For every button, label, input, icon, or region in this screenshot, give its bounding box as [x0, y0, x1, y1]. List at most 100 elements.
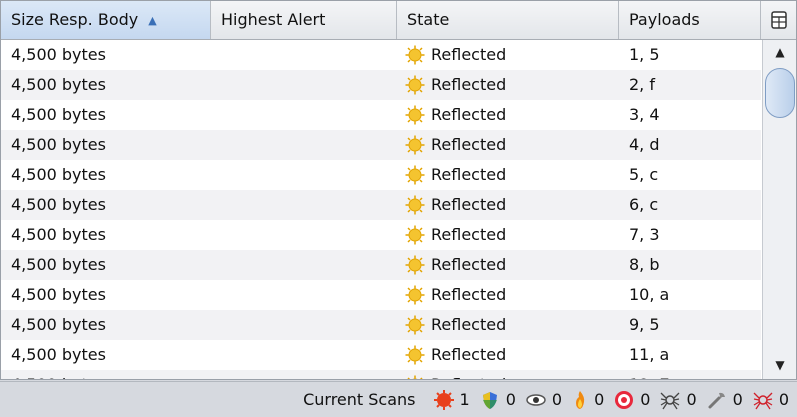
sort-ascending-icon: ▲ [148, 14, 157, 27]
column-header-highest-alert[interactable]: Highest Alert [211, 1, 397, 39]
wrench-icon [708, 392, 725, 408]
highest-alert-cell [211, 250, 397, 280]
results-panel: Size Resp. Body ▲ Highest Alert State Pay… [0, 0, 797, 417]
brute-force-count[interactable]: 0 [707, 390, 743, 410]
sun-icon [405, 135, 425, 154]
payloads-cell: 4, d [629, 135, 660, 154]
sun-icon [405, 195, 425, 214]
passive-scan-count[interactable]: 0 [526, 390, 562, 410]
active-scan-icon [433, 389, 454, 410]
state-cell: Reflected [397, 370, 619, 379]
sun-icon [405, 165, 425, 184]
forced-browse-count[interactable]: 0 [614, 390, 650, 410]
payloads-cell: 3, 4 [629, 105, 660, 124]
state-label: Reflected [431, 135, 507, 154]
scroll-up-button[interactable]: ▲ [763, 42, 796, 62]
sun-icon [405, 75, 425, 94]
column-label: Highest Alert [221, 10, 326, 29]
table-row[interactable]: 4,500 bytes Reflected 11, a [1, 340, 761, 370]
payloads-cell: 6, c [629, 195, 659, 214]
red-spider-icon [753, 392, 773, 409]
payloads-cell: 9, 5 [629, 315, 660, 334]
column-label: Size Resp. Body [11, 10, 139, 29]
payloads-cell: 1, 5 [629, 45, 660, 64]
count-value: 0 [505, 390, 516, 409]
shield-icon [482, 391, 497, 409]
table-row[interactable]: 4,500 bytes Reflected 3, 4 [1, 100, 761, 130]
arrow-up-icon: ▲ [775, 45, 785, 59]
column-header-payloads[interactable]: Payloads [619, 1, 761, 39]
highest-alert-cell [211, 220, 397, 250]
column-chooser-button[interactable] [761, 1, 796, 39]
arrow-down-icon: ▼ [775, 358, 785, 372]
highest-alert-cell [211, 370, 397, 379]
scroll-down-button[interactable]: ▼ [763, 355, 796, 375]
count-value: 0 [551, 390, 563, 409]
state-cell: Reflected [397, 130, 619, 160]
state-label: Reflected [431, 375, 506, 379]
results-table: Size Resp. Body ▲ Highest Alert State Pay… [0, 0, 797, 380]
active-scan-count[interactable]: 1 [433, 389, 470, 410]
column-label: Payloads [629, 10, 700, 29]
state-label: Reflected [431, 255, 507, 274]
attack-count[interactable]: 0 [753, 390, 789, 410]
size-cell: 4,500 bytes [11, 225, 106, 244]
state-label: Reflected [431, 195, 507, 214]
size-cell: 4,500 bytes [1, 370, 211, 379]
size-cell: 4,500 bytes [11, 165, 106, 184]
count-value: 0 [594, 390, 605, 409]
scrollbar-thumb[interactable] [765, 68, 795, 118]
table-row[interactable]: 4,500 bytes Reflected 7, 3 [1, 220, 761, 250]
count-value: 0 [778, 390, 789, 409]
vertical-scrollbar[interactable]: ▲ ▼ [762, 40, 796, 379]
table-row[interactable]: 4,500 bytes Reflected 10, a [1, 280, 761, 310]
state-cell: Reflected [397, 40, 619, 70]
size-cell: 4,500 bytes [11, 75, 106, 94]
count-value: 0 [640, 390, 651, 409]
payloads-cell: 10, a [629, 285, 670, 304]
table-row[interactable]: 4,500 bytes Reflected 12, 7 [1, 370, 761, 379]
table-row[interactable]: 4,500 bytes Reflected 1, 5 [1, 40, 761, 70]
column-chooser-icon [770, 11, 787, 29]
state-label: Reflected [431, 75, 507, 94]
table-header: Size Resp. Body ▲ Highest Alert State Pay… [1, 1, 796, 40]
state-cell: Reflected [397, 280, 619, 310]
column-header-size-resp-body[interactable]: Size Resp. Body ▲ [1, 1, 211, 39]
eye-icon [526, 393, 546, 406]
size-cell: 4,500 bytes [11, 135, 106, 154]
state-cell: Reflected [397, 160, 619, 190]
spider-icon [660, 392, 680, 409]
payloads-cell: 12, 7 [619, 370, 761, 379]
size-cell: 4,500 bytes [11, 315, 106, 334]
state-cell: Reflected [397, 70, 619, 100]
highest-alert-cell [211, 310, 397, 340]
column-header-state[interactable]: State [397, 1, 619, 39]
table-row[interactable]: 4,500 bytes Reflected 9, 5 [1, 310, 761, 340]
size-cell: 4,500 bytes [11, 345, 106, 364]
state-cell: Reflected [397, 100, 619, 130]
size-cell: 4,500 bytes [11, 45, 106, 64]
state-label: Reflected [431, 165, 507, 184]
table-body: 4,500 bytes Reflected 1, 5 4,500 bytes Refle… [1, 40, 761, 379]
status-bar: Current Scans 1 0 0 0 0 0 0 0 [0, 381, 797, 417]
state-label: Reflected [431, 285, 507, 304]
sun-icon [405, 345, 425, 364]
table-row[interactable]: 4,500 bytes Reflected 2, f [1, 70, 761, 100]
state-label: Reflected [431, 345, 507, 364]
payloads-cell: 7, 3 [629, 225, 660, 244]
count-value: 1 [459, 390, 470, 409]
current-scans-label: Current Scans [303, 390, 416, 409]
table-row[interactable]: 4,500 bytes Reflected 8, b [1, 250, 761, 280]
ajax-spider-count[interactable]: 0 [480, 390, 516, 410]
table-row[interactable]: 4,500 bytes Reflected 6, c [1, 190, 761, 220]
table-row[interactable]: 4,500 bytes Reflected 4, d [1, 130, 761, 160]
size-cell: 4,500 bytes [11, 105, 106, 124]
state-label: Reflected [431, 225, 507, 244]
payloads-cell: 8, b [629, 255, 660, 274]
spider-count[interactable]: 0 [660, 390, 697, 410]
table-row[interactable]: 4,500 bytes Reflected 5, c [1, 160, 761, 190]
highest-alert-cell [211, 130, 397, 160]
sun-icon [405, 285, 425, 304]
sun-icon [405, 315, 425, 334]
fuzzer-count[interactable]: 0 [572, 390, 604, 410]
